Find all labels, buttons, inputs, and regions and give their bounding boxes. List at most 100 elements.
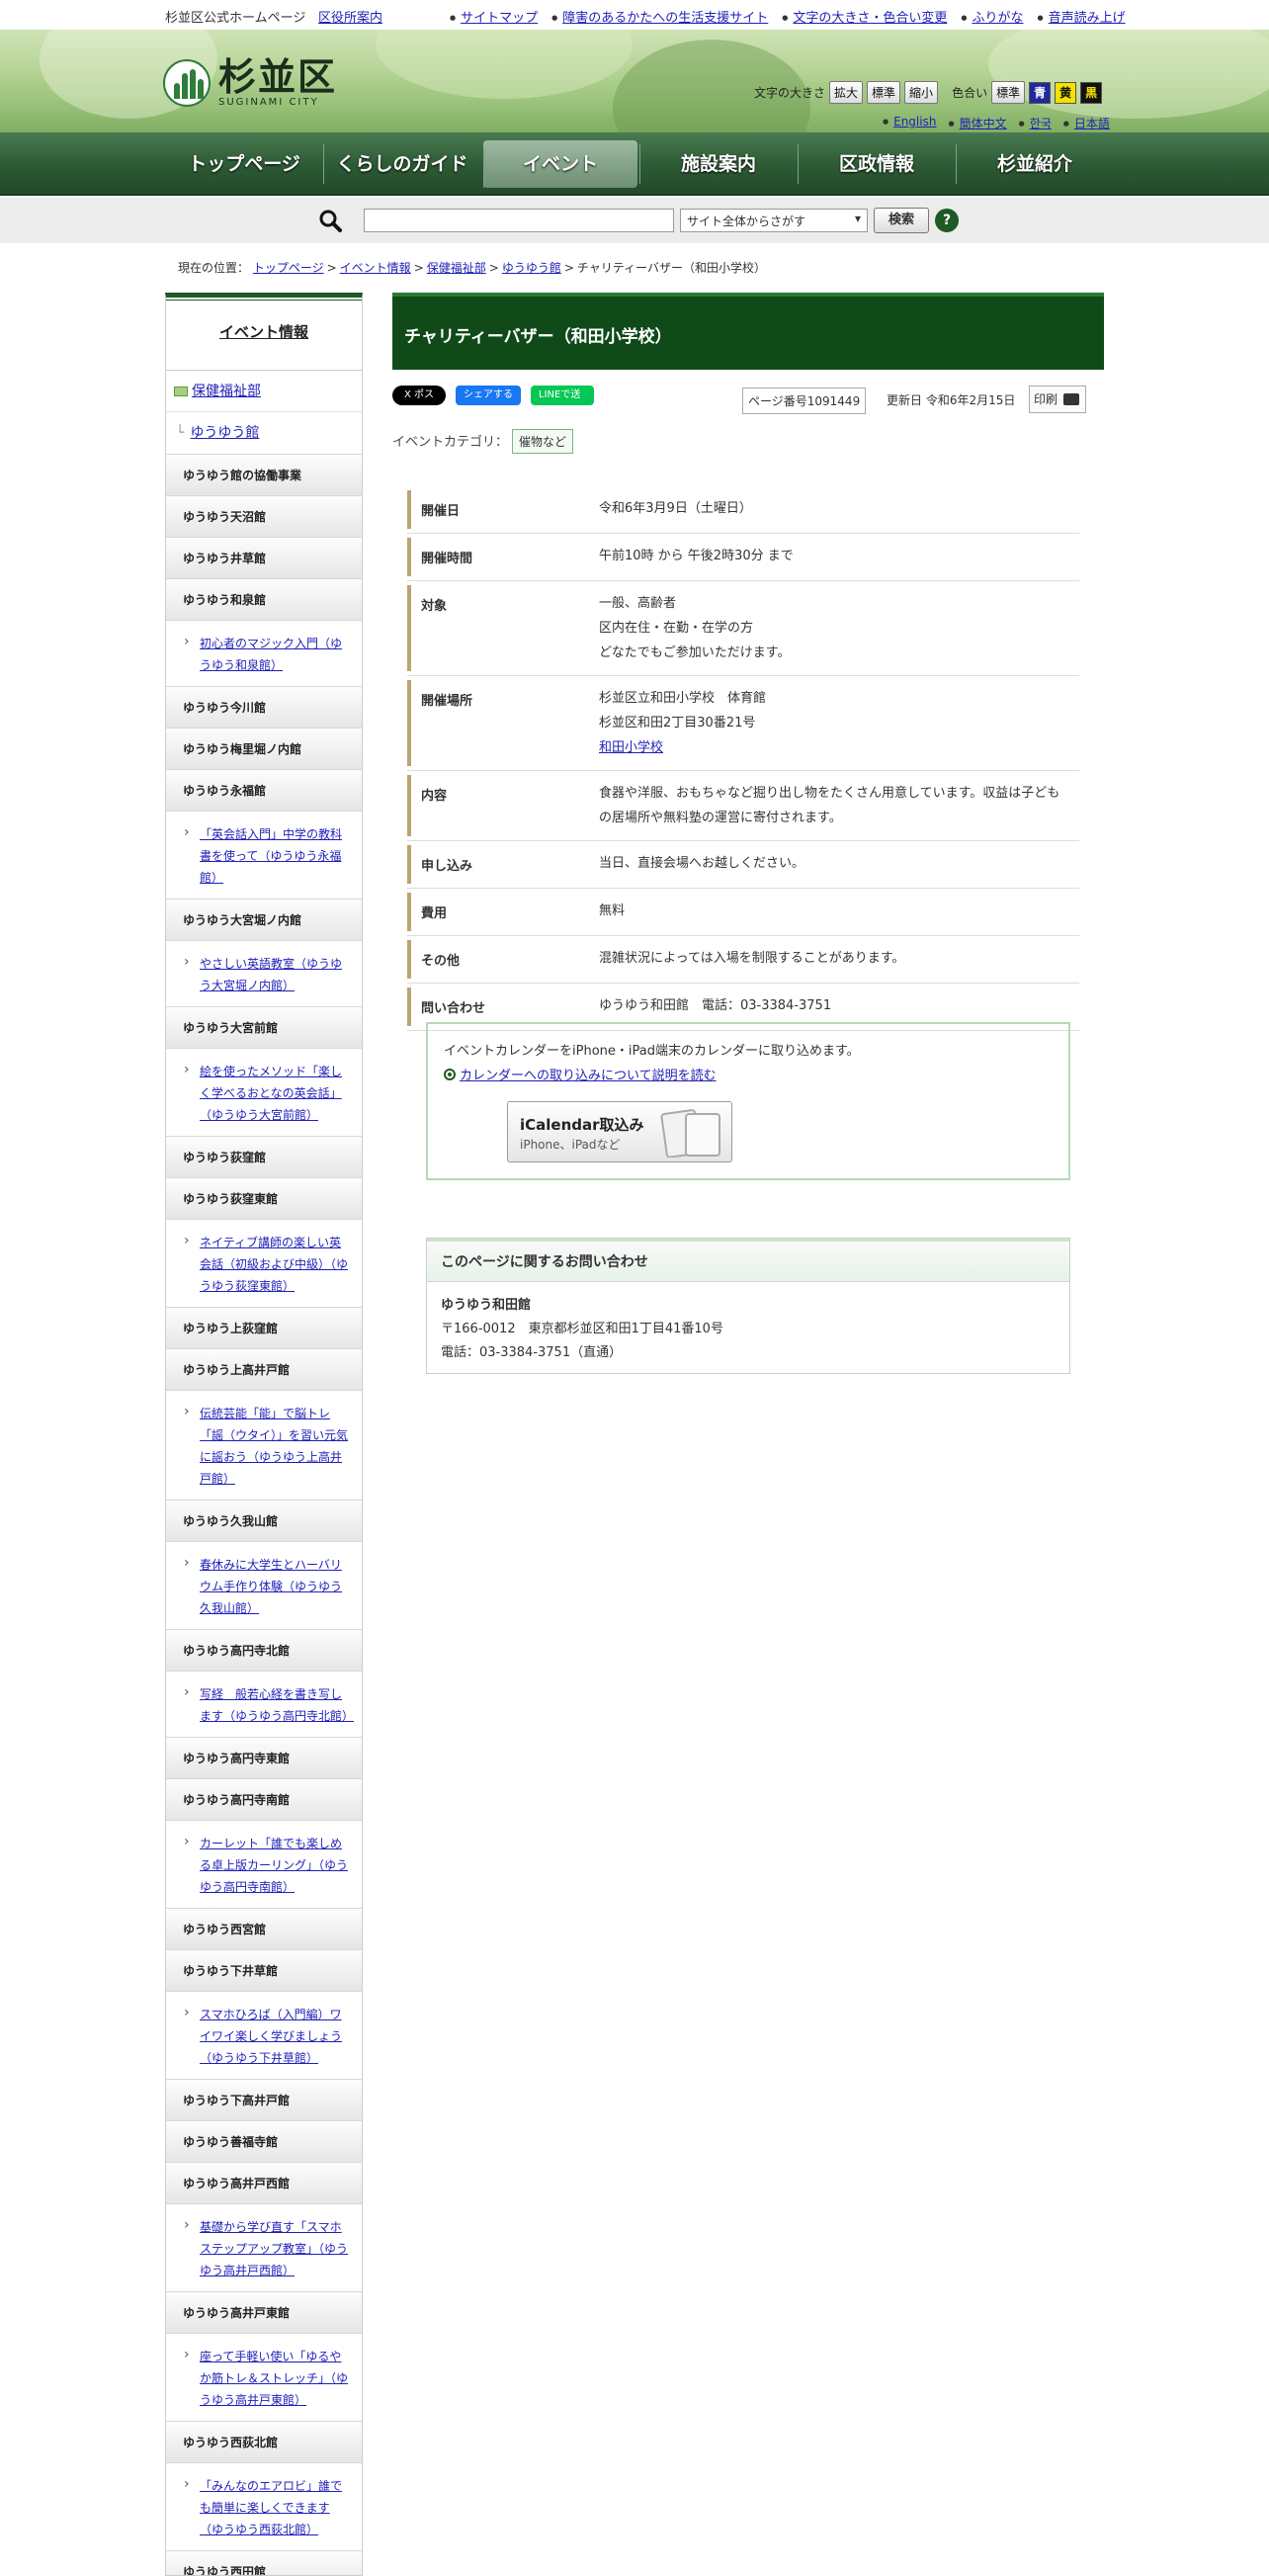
info-value-line: ゆうゆう和田館 電話：03-3384-3751 [599, 998, 832, 1013]
event-category-tag[interactable]: 催物など [512, 429, 574, 454]
sidebar-category[interactable]: ゆうゆう上高井戸館 [166, 1348, 362, 1390]
sidebar-event-link[interactable]: 伝統芸能「能」で脳トレ「謡（ウタイ）」を習い元気に謡おう（ゆうゆう上高井戸館） [166, 1390, 362, 1500]
search-help-icon[interactable]: ? [935, 209, 959, 232]
sidebar-category[interactable]: ゆうゆう荻窪東館 [166, 1177, 362, 1219]
nav-about-suginami[interactable]: 杉並紹介 [956, 136, 1114, 192]
info-row: 費用 無料 [407, 889, 1079, 936]
sidebar-title[interactable]: イベント情報 [166, 300, 362, 371]
sidebar-item-health-welfare[interactable]: 保健福祉部 [166, 371, 362, 412]
sidebar-category[interactable]: ゆうゆう西田館 [166, 2550, 362, 2575]
top-link-sitemap[interactable]: サイトマップ [450, 7, 538, 26]
font-shrink-button[interactable]: 縮小 [904, 81, 939, 104]
search-scope-select[interactable]: サイト全体からさがす [680, 209, 868, 232]
sidebar-category[interactable]: ゆうゆう大宮堀ノ内館 [166, 899, 362, 940]
breadcrumb-item[interactable]: イベント情報 [340, 261, 411, 275]
breadcrumb-item[interactable]: ゆうゆう館 [502, 261, 561, 275]
color-blue-button[interactable]: 青 [1029, 81, 1052, 104]
top-link-read-aloud[interactable]: 音声読み上げ [1038, 7, 1126, 26]
sidebar-category[interactable]: ゆうゆう高円寺東館 [166, 1737, 362, 1778]
sidebar-category[interactable]: ゆうゆう永福館 [166, 769, 362, 811]
sidebar-event-link[interactable]: 写経 般若心経を書き写します（ゆうゆう高円寺北館） [166, 1671, 362, 1737]
sidebar-category[interactable]: ゆうゆう善福寺館 [166, 2120, 362, 2162]
event-category: イベントカテゴリ： 催物など [392, 429, 574, 454]
nav-administration[interactable]: 区政情報 [798, 136, 956, 192]
tree-decoration [988, 30, 1269, 119]
sidebar-category[interactable]: ゆうゆう久我山館 [166, 1500, 362, 1541]
sidebar-category[interactable]: ゆうゆう西宮館 [166, 1908, 362, 1949]
sidebar-category[interactable]: ゆうゆう下井草館 [166, 1949, 362, 1991]
icalendar-button-sub: iPhone、iPadなど [520, 1138, 621, 1152]
info-row-value: 令和6年3月9日（土曜日） [589, 486, 1079, 533]
sidebar-event-link[interactable]: カーレット「誰でも楽しめる卓上版カーリング」（ゆうゆう高円寺南館） [166, 1820, 362, 1908]
sidebar-category[interactable]: ゆうゆう梅里堀ノ内館 [166, 728, 362, 769]
contact-box: このページに関するお問い合わせ ゆうゆう和田館 〒166-0012 東京都杉並区… [426, 1238, 1070, 1374]
color-yellow-button[interactable]: 黄 [1055, 81, 1077, 104]
top-bar: 杉並区公式ホームページ 区役所案内 サイトマップ 障害のあるかたへの生活支援サイ… [0, 0, 1269, 30]
sidebar-event-link-text: 絵を使ったメソッド「楽しく学べるおとなの英会話」（ゆうゆう大宮前館） [200, 1065, 343, 1122]
share-buttons: X ポスト シェアする 0 LINEで送る [392, 386, 594, 420]
top-link-furigana[interactable]: ふりがな [961, 7, 1023, 26]
sidebar-event-link[interactable]: ネイティブ講師の楽しい英会話（初級および中級）（ゆうゆう荻窪東館） [166, 1219, 362, 1307]
sidebar-event-link[interactable]: 絵を使ったメソッド「楽しく学べるおとなの英会話」（ゆうゆう大宮前館） [166, 1048, 362, 1136]
venue-link[interactable]: 和田小学校 [599, 735, 1069, 760]
sidebar-category[interactable]: ゆうゆう和泉館 [166, 578, 362, 620]
sidebar-category[interactable]: ゆうゆう高円寺南館 [166, 1778, 362, 1820]
line-share-button[interactable]: LINEで送る [531, 386, 594, 420]
top-link-disability-support[interactable]: 障害のあるかたへの生活支援サイト [551, 7, 768, 26]
sidebar-category[interactable]: ゆうゆう大宮前館 [166, 1006, 362, 1048]
nav-events[interactable]: イベント [483, 140, 637, 188]
sidebar-event-link[interactable]: 初心者のマジック入門（ゆうゆう和泉館） [166, 620, 362, 686]
sidebar-event-link[interactable]: 「英会話入門」中学の教科書を使って（ゆうゆう永福館） [166, 811, 362, 899]
breadcrumb-item[interactable]: 保健福祉部 [427, 261, 486, 275]
lang-japanese-link[interactable]: 日本語 [1063, 115, 1110, 131]
office-guide-link[interactable]: 区役所案内 [318, 7, 382, 26]
info-row-value: 当日、直接会場へお越しください。 [589, 841, 1079, 888]
color-black-button[interactable]: 黒 [1080, 81, 1103, 104]
sidebar-item-yuyukan[interactable]: ゆうゆう館 [166, 412, 362, 454]
print-button[interactable]: 印刷 [1029, 386, 1086, 413]
printer-icon [1063, 393, 1079, 405]
icalendar-import-button[interactable]: iCalendar取込み iPhone、iPadなど [507, 1101, 732, 1162]
sidebar-category[interactable]: ゆうゆう高円寺北館 [166, 1629, 362, 1671]
sidebar-category[interactable]: ゆうゆう天沼館 [166, 495, 362, 537]
sidebar-category[interactable]: ゆうゆう荻窪館 [166, 1136, 362, 1177]
sidebar-category[interactable]: ゆうゆう井草館 [166, 537, 362, 578]
sidebar-category[interactable]: ゆうゆう上荻窪館 [166, 1307, 362, 1348]
font-standard-button[interactable]: 標準 [867, 81, 901, 104]
breadcrumb-item[interactable]: トップページ [253, 261, 324, 275]
site-name: 杉並区公式ホームページ [165, 11, 306, 26]
sidebar-event-link[interactable]: 春休みに大学生とハーバリウム手作り体験（ゆうゆう久我山館） [166, 1541, 362, 1629]
lang-korean-link[interactable]: 한국 [1019, 115, 1052, 131]
sidebar-category[interactable]: ゆうゆう今川館 [166, 686, 362, 728]
sidebar-category[interactable]: ゆうゆう西荻北館 [166, 2421, 362, 2462]
x-post-button[interactable]: X ポスト [392, 386, 446, 420]
search-input[interactable] [364, 209, 674, 232]
sidebar-category[interactable]: ゆうゆう高井戸東館 [166, 2291, 362, 2333]
top-link-font-color[interactable]: 文字の大きさ・色合い変更 [782, 7, 947, 26]
nav-living-guide[interactable]: くらしのガイド [323, 136, 481, 192]
sidebar-category[interactable]: ゆうゆう高井戸西館 [166, 2162, 362, 2203]
sidebar-event-link[interactable]: 「みんなのエアロビ」誰でも簡単に楽しくできます（ゆうゆう西荻北館） [166, 2462, 362, 2550]
nav-top[interactable]: トップページ [165, 136, 323, 192]
nav-facilities[interactable]: 施設案内 [639, 136, 798, 192]
font-enlarge-button[interactable]: 拡大 [829, 81, 864, 104]
sidebar-event-link[interactable]: スマホひろば（入門編）ワイワイ楽しく学びましょう（ゆうゆう下井草館） [166, 1991, 362, 2079]
info-value-line: 杉並区和田2丁目30番21号 [599, 716, 756, 730]
sidebar-category[interactable]: ゆうゆう下高井戸館 [166, 2079, 362, 2120]
updated-date: 更新日 令和6年2月15日 [887, 393, 1016, 407]
facebook-share-button[interactable]: シェアする 0 [456, 386, 521, 420]
sidebar-event-link[interactable]: 座って手軽い使い「ゆるやか筋トレ＆ストレッチ」（ゆうゆう高井戸東館） [166, 2333, 362, 2421]
color-standard-button[interactable]: 標準 [991, 81, 1026, 104]
lang-english-link[interactable]: English [883, 115, 936, 131]
info-value-line: 杉並区立和田小学校 体育館 [599, 691, 767, 706]
sidebar-event-link[interactable]: やさしい英語教室（ゆうゆう大宮堀ノ内館） [166, 940, 362, 1006]
print-label: 印刷 [1034, 392, 1058, 406]
city-logo[interactable]: 杉並区 SUGINAMI CITY [163, 57, 337, 108]
sidebar-event-link[interactable]: 基礎から学び直す「スマホステップアップ教室」（ゆうゆう高井戸西館） [166, 2203, 362, 2291]
sidebar-category[interactable]: ゆうゆう館の協働事業 [166, 454, 362, 495]
lang-chinese-link[interactable]: 簡体中文 [948, 115, 1007, 131]
sidebar-event-link-text: 春休みに大学生とハーバリウム手作り体験（ゆうゆう久我山館） [200, 1558, 343, 1615]
search-button[interactable]: 検索 [874, 208, 929, 233]
icalendar-help-link[interactable]: カレンダーへの取り込みについて説明を読む [460, 1069, 717, 1083]
icalendar-button-title: iCalendar取込み [520, 1116, 644, 1134]
